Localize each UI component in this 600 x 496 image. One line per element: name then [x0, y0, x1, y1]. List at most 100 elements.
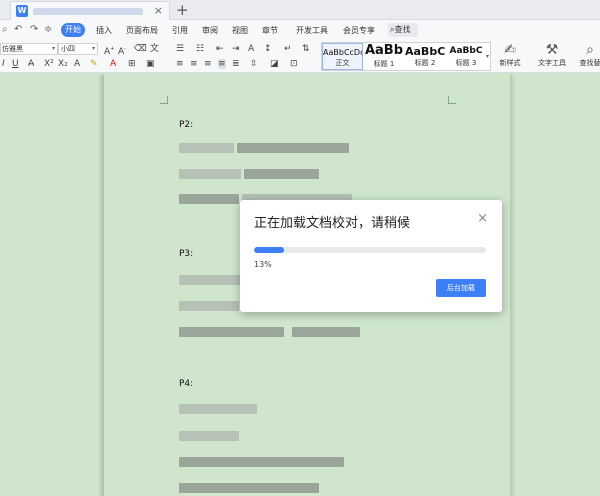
blurred-text-line	[179, 404, 257, 414]
close-tab-icon[interactable]: ×	[154, 4, 163, 17]
distributed-icon[interactable]: ≣	[232, 59, 240, 69]
style-gallery: AaBbCcDd 正文 AaBb 标题 1 AaBbC 标题 2 AaBbC 标…	[321, 42, 491, 71]
find-replace-label: 查找替	[579, 59, 600, 67]
document-tab[interactable]: W ×	[10, 1, 170, 20]
customize-quick-access-icon[interactable]: ≑	[44, 24, 52, 35]
background-load-button[interactable]: 后台加载	[436, 279, 486, 297]
menu-tab-references[interactable]: 引用	[172, 25, 188, 36]
margin-corner-mark	[160, 96, 168, 104]
find-replace-button[interactable]: ⌕ 查找替	[578, 42, 600, 68]
new-tab-button[interactable]: +	[176, 1, 189, 19]
menu-bar: ⌕ ↶ ↷ ≑ 开始 插入 页面布局 引用 审阅 视图 章节 开发工具 会员专享…	[0, 20, 600, 40]
increase-indent-icon[interactable]: ⇥	[232, 44, 240, 54]
new-style-icon: ✍	[504, 42, 516, 58]
char-shading-icon[interactable]: ▣	[146, 59, 155, 69]
redo-icon[interactable]: ↷	[30, 24, 38, 35]
underline-icon[interactable]: U	[12, 59, 19, 69]
sort-icon[interactable]: ⇅	[302, 44, 310, 54]
menu-tab-chapter[interactable]: 章节	[262, 25, 278, 36]
proofreading-loading-dialog: 正在加载文档校对，请稍候 × 13% 后台加载	[240, 200, 502, 312]
font-name-select[interactable]: 仿雅黑 ▾	[0, 43, 58, 55]
style-sample: AaBbC	[405, 45, 445, 58]
search-quick-icon[interactable]: ⌕	[2, 24, 8, 35]
style-heading-2[interactable]: AaBbC 标题 2	[405, 43, 445, 70]
clear-format-icon[interactable]: ⌫	[134, 44, 147, 54]
style-name: 标题 2	[414, 59, 436, 67]
wps-writer-icon: W	[16, 5, 28, 17]
shading-icon[interactable]: ◪	[270, 59, 279, 69]
chevron-down-icon: ▾	[51, 45, 55, 52]
show-marks-icon[interactable]: ↵	[284, 44, 292, 54]
menu-tab-insert[interactable]: 插入	[96, 25, 112, 36]
superscript-icon[interactable]: X²	[44, 59, 54, 69]
blurred-text-line	[244, 169, 319, 179]
menu-tab-view[interactable]: 视图	[232, 25, 248, 36]
line-spacing-icon[interactable]: ↕	[264, 44, 272, 54]
phonetic-guide-icon[interactable]: 文	[150, 44, 159, 54]
blurred-text-line	[179, 194, 239, 204]
dialog-title: 正在加载文档校对，请稍候	[254, 216, 411, 231]
blurred-text-line	[179, 143, 234, 153]
progress-percent: 13%	[254, 260, 272, 269]
align-right-icon[interactable]: ≡	[204, 59, 212, 69]
char-border-icon[interactable]: ⊞	[128, 59, 136, 69]
font-color-icon[interactable]: A	[110, 59, 116, 69]
style-name: 标题 3	[455, 59, 477, 67]
blurred-text-line	[179, 431, 239, 441]
subscript-icon[interactable]: X₂	[58, 59, 68, 69]
blurred-text-line	[237, 143, 349, 153]
menu-search-box[interactable]: ⌕查找	[388, 23, 418, 37]
section-heading: P3:	[179, 249, 194, 259]
decrease-indent-icon[interactable]: ⇤	[216, 44, 224, 54]
menu-tab-home[interactable]: 开始	[61, 23, 85, 37]
align-justify-icon[interactable]: ≡	[218, 59, 226, 69]
font-size-select[interactable]: 小四 ▾	[58, 43, 98, 55]
align-center-icon[interactable]: ≡	[190, 59, 198, 69]
italic-icon[interactable]: I	[2, 59, 5, 69]
section-heading: P2:	[179, 120, 194, 130]
grow-font-icon[interactable]: A+	[104, 44, 114, 57]
document-tab-title	[33, 8, 143, 15]
menu-search-label: 查找	[394, 25, 411, 34]
font-size-value: 小四	[61, 45, 75, 53]
gallery-more-icon[interactable]: ▾	[486, 53, 489, 60]
style-heading-1[interactable]: AaBb 标题 1	[364, 43, 404, 70]
chinese-layout-icon[interactable]: A	[248, 44, 254, 54]
font-name-value: 仿雅黑	[2, 45, 23, 53]
tab-bar: W × +	[0, 0, 600, 20]
style-heading-3[interactable]: AaBbC 标题 3	[446, 43, 486, 70]
menu-tab-member[interactable]: 会员专享	[343, 25, 375, 36]
style-sample: AaBbC	[449, 46, 483, 56]
bullet-list-icon[interactable]: ☰	[176, 44, 184, 54]
style-sample: AaBb	[364, 43, 404, 58]
menu-tab-page-layout[interactable]: 页面布局	[126, 25, 158, 36]
blurred-text-line	[292, 327, 360, 337]
align-left-icon[interactable]: ≡	[176, 59, 184, 69]
blurred-text-line	[179, 169, 241, 179]
shrink-font-icon[interactable]: A-	[118, 44, 126, 57]
close-icon[interactable]: ×	[477, 211, 488, 226]
style-sample: AaBbCcDd	[323, 48, 362, 57]
strikethrough-icon[interactable]: A̶	[28, 59, 34, 69]
blurred-text-line	[179, 457, 344, 467]
paragraph-spacing-icon[interactable]: ⇳	[250, 59, 258, 69]
style-normal[interactable]: AaBbCcDd 正文	[322, 43, 363, 70]
section-heading: P4:	[179, 379, 194, 389]
text-effect-icon[interactable]: A	[74, 59, 80, 69]
text-tool-button[interactable]: ⚒ 文字工具	[534, 42, 570, 68]
progress-bar-fill	[254, 247, 285, 253]
highlight-icon[interactable]: ✎	[90, 59, 98, 69]
menu-tab-developer[interactable]: 开发工具	[296, 25, 328, 36]
menu-tab-review[interactable]: 审阅	[202, 25, 218, 36]
magnifier-icon: ⌕	[586, 42, 594, 58]
blurred-text-line	[179, 483, 319, 493]
borders-icon[interactable]: ⊡	[290, 59, 298, 69]
new-style-label: 新样式	[499, 59, 521, 67]
style-name: 正文	[335, 59, 350, 67]
progress-bar	[254, 247, 486, 253]
blurred-text-line	[179, 275, 241, 285]
ribbon-toolbar: 仿雅黑 ▾ 小四 ▾ A+ A- ⌫ 文 I U A̶ X² X₂ A ✎ A ⊞ …	[0, 40, 600, 73]
new-style-button[interactable]: ✍ 新样式	[494, 42, 526, 68]
numbered-list-icon[interactable]: ☷	[196, 44, 204, 54]
undo-icon[interactable]: ↶	[14, 24, 22, 35]
